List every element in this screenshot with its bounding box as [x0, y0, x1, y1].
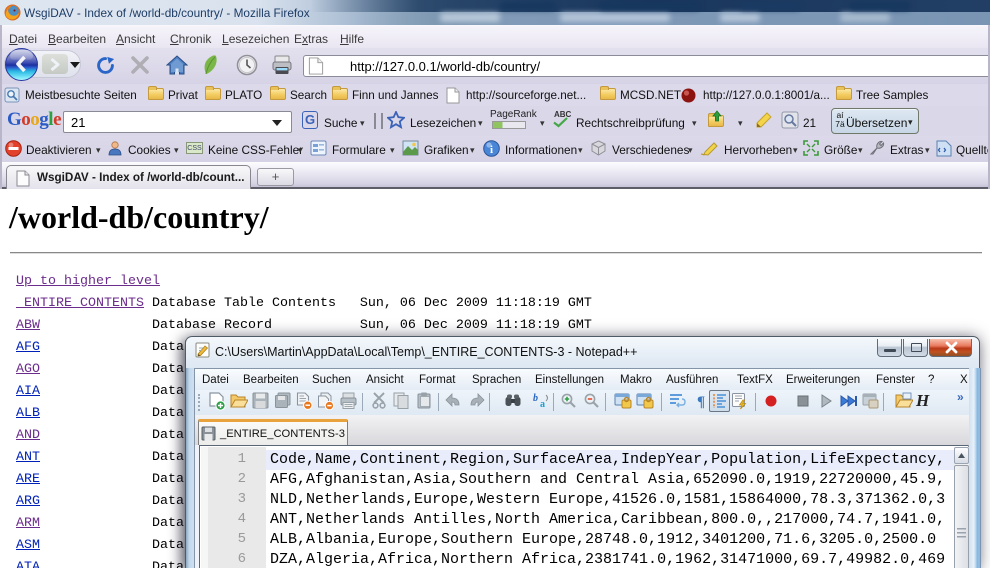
- svg-text:¶: ¶: [697, 394, 705, 410]
- svg-text:i: i: [490, 144, 493, 156]
- svg-text:a: a: [540, 399, 545, 409]
- svg-text:b: b: [533, 393, 538, 404]
